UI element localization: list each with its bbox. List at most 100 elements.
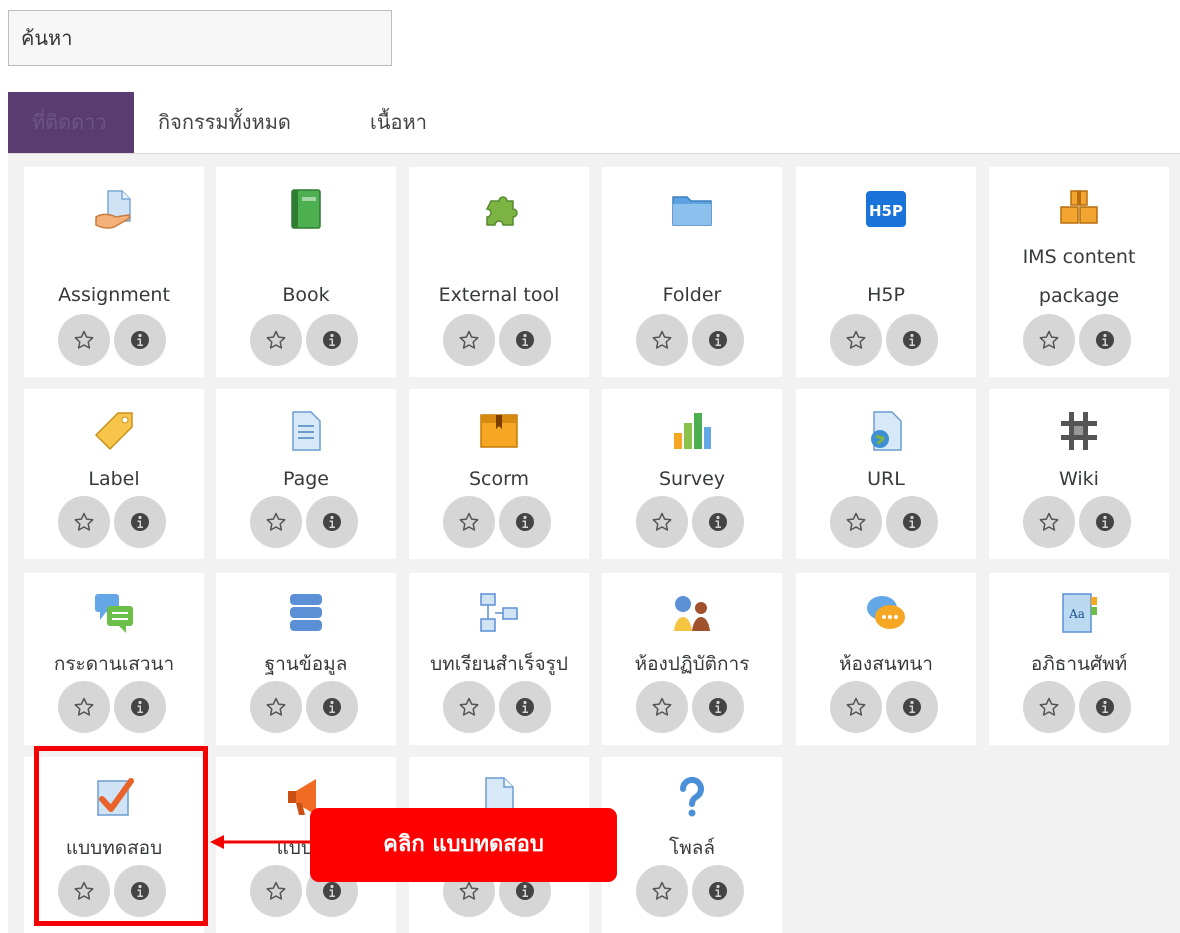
star-outline-icon xyxy=(266,512,286,531)
star-button[interactable] xyxy=(636,314,688,366)
star-button[interactable] xyxy=(443,496,495,548)
activity-tile[interactable]: Aa อภิธานศัพท์ xyxy=(989,573,1169,745)
star-outline-icon xyxy=(846,512,866,531)
star-outline-icon xyxy=(74,512,94,531)
activity-label: ฐานข้อมูล xyxy=(264,653,348,675)
star-outline-icon xyxy=(846,697,866,716)
activity-tile[interactable]: กระดานเสวนา xyxy=(24,573,204,745)
info-icon xyxy=(903,698,921,716)
info-button[interactable] xyxy=(692,496,744,548)
activity-tile[interactable]: Wiki xyxy=(989,389,1169,559)
info-icon xyxy=(709,331,727,349)
star-outline-icon xyxy=(1039,697,1059,716)
activity-tile[interactable]: บทเรียนสำเร็จรูป xyxy=(409,573,589,745)
external-tool-icon xyxy=(477,187,521,231)
activity-tile[interactable]: Assignment xyxy=(24,167,204,377)
activity-tile[interactable]: ห้องปฏิบัติการ xyxy=(602,573,782,745)
info-button[interactable] xyxy=(1079,681,1131,733)
info-icon xyxy=(131,698,149,716)
info-icon xyxy=(903,513,921,531)
star-outline-icon xyxy=(74,330,94,349)
info-icon xyxy=(903,331,921,349)
activity-tile[interactable]: Book xyxy=(216,167,396,377)
star-button[interactable] xyxy=(1023,681,1075,733)
star-button[interactable] xyxy=(443,314,495,366)
star-button[interactable] xyxy=(830,496,882,548)
info-button[interactable] xyxy=(114,496,166,548)
star-outline-icon xyxy=(266,881,286,900)
info-icon xyxy=(323,882,341,900)
choice-icon xyxy=(670,775,714,819)
activity-tile[interactable]: Label xyxy=(24,389,204,559)
info-button[interactable] xyxy=(886,496,938,548)
activity-label: Survey xyxy=(658,468,726,490)
tab-starred[interactable]: ที่ติดดาว xyxy=(8,92,134,153)
star-outline-icon xyxy=(1039,330,1059,349)
info-button[interactable] xyxy=(692,865,744,917)
star-button[interactable] xyxy=(636,865,688,917)
activity-tile[interactable]: Folder xyxy=(602,167,782,377)
ims-package-icon xyxy=(1057,187,1101,231)
star-outline-icon xyxy=(459,881,479,900)
label-icon xyxy=(92,409,136,453)
activity-tile[interactable]: Scorm xyxy=(409,389,589,559)
info-icon xyxy=(1096,331,1114,349)
highlight-box xyxy=(34,746,208,926)
star-button[interactable] xyxy=(250,681,302,733)
activity-label: Assignment xyxy=(58,284,170,306)
star-outline-icon xyxy=(1039,512,1059,531)
svg-text:Aa: Aa xyxy=(1068,607,1085,621)
activity-tile[interactable]: โพลล์ xyxy=(602,757,782,933)
search-input[interactable] xyxy=(8,10,392,66)
activity-tile[interactable]: H5P H5P xyxy=(796,167,976,377)
info-button[interactable] xyxy=(499,681,551,733)
star-button[interactable] xyxy=(250,496,302,548)
info-button[interactable] xyxy=(114,314,166,366)
star-button[interactable] xyxy=(58,681,110,733)
activity-tile[interactable]: URL xyxy=(796,389,976,559)
info-button[interactable] xyxy=(886,314,938,366)
activity-tile[interactable]: ฐานข้อมูล xyxy=(216,573,396,745)
info-icon xyxy=(709,513,727,531)
tab-all-activities[interactable]: กิจกรรมทั้งหมด xyxy=(134,92,315,153)
info-button[interactable] xyxy=(306,496,358,548)
activity-label: Label xyxy=(88,468,140,490)
star-button[interactable] xyxy=(443,681,495,733)
activity-tile[interactable]: ห้องสนทนา xyxy=(796,573,976,745)
activity-label: H5P xyxy=(867,284,905,306)
info-button[interactable] xyxy=(1079,496,1131,548)
activity-label: โพลล์ xyxy=(668,837,715,859)
info-button[interactable] xyxy=(306,681,358,733)
tab-resources[interactable]: เนื้อหา xyxy=(346,92,451,153)
info-icon xyxy=(1096,513,1114,531)
info-button[interactable] xyxy=(499,496,551,548)
info-button[interactable] xyxy=(692,314,744,366)
activity-tile[interactable]: Survey xyxy=(602,389,782,559)
star-button[interactable] xyxy=(1023,496,1075,548)
star-outline-icon xyxy=(652,697,672,716)
star-button[interactable] xyxy=(58,496,110,548)
info-icon xyxy=(131,513,149,531)
info-button[interactable] xyxy=(306,314,358,366)
star-button[interactable] xyxy=(1023,314,1075,366)
star-button[interactable] xyxy=(250,865,302,917)
activity-label: IMS content xyxy=(1022,246,1136,268)
star-outline-icon xyxy=(74,697,94,716)
star-button[interactable] xyxy=(636,496,688,548)
info-button[interactable] xyxy=(1079,314,1131,366)
star-button[interactable] xyxy=(636,681,688,733)
info-button[interactable] xyxy=(692,681,744,733)
star-button[interactable] xyxy=(830,314,882,366)
star-button[interactable] xyxy=(58,314,110,366)
info-button[interactable] xyxy=(499,314,551,366)
star-button[interactable] xyxy=(250,314,302,366)
chat-icon xyxy=(864,591,908,635)
activity-tile[interactable]: IMS content package xyxy=(989,167,1169,377)
info-button[interactable] xyxy=(114,681,166,733)
star-button[interactable] xyxy=(830,681,882,733)
activity-tile[interactable]: External tool xyxy=(409,167,589,377)
info-button[interactable] xyxy=(886,681,938,733)
activity-tile[interactable]: Page xyxy=(216,389,396,559)
star-outline-icon xyxy=(652,881,672,900)
svg-text:H5P: H5P xyxy=(869,202,903,220)
